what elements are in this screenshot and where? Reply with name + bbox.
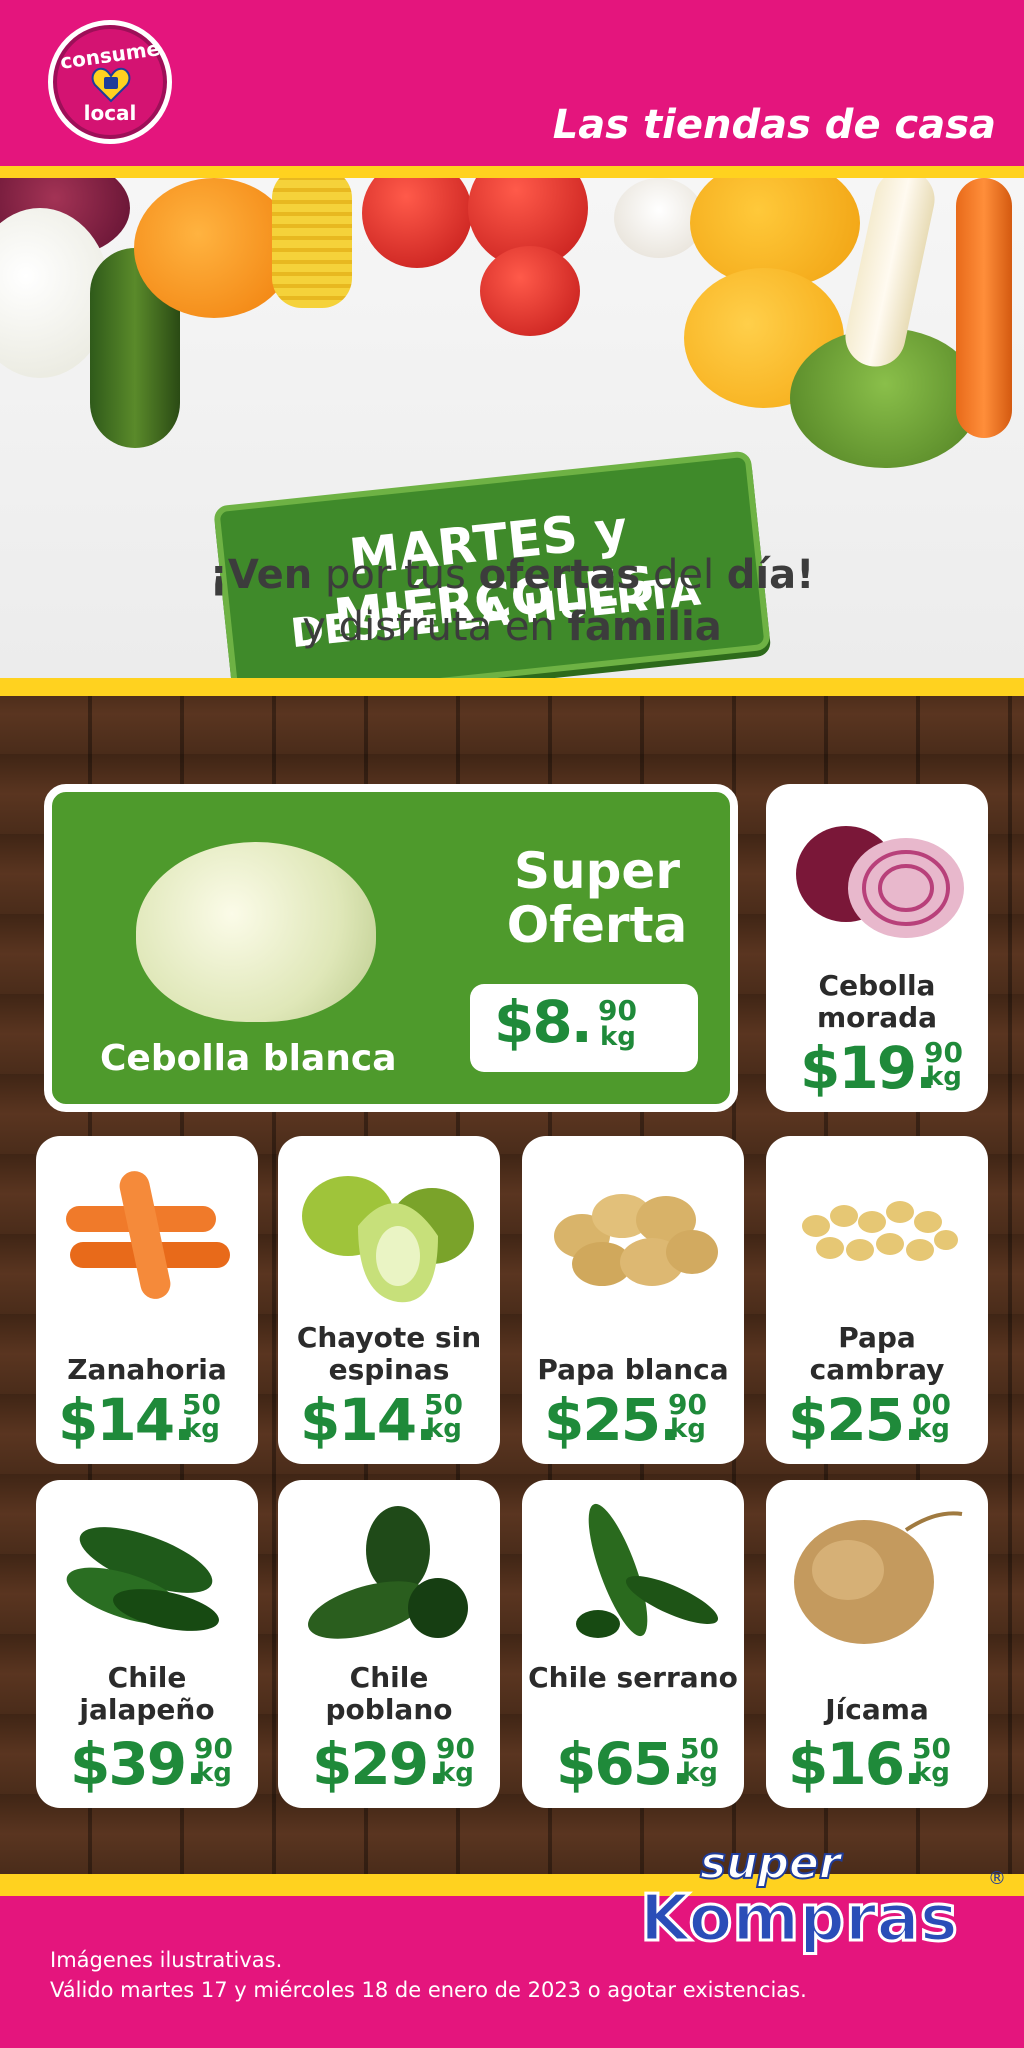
price-unit: kg [682,1758,718,1788]
product-card: Papa cambray $25. 00 kg [766,1136,988,1464]
price-unit: kg [438,1758,474,1788]
carrot-image [66,1171,230,1299]
product-price: $14. 50 kg [58,1386,221,1454]
feature-product-name: Cebolla blanca [100,1038,397,1079]
price-integer: $29. [312,1730,449,1798]
corn-image [272,178,352,308]
price-integer: $8. [494,988,593,1056]
product-price: $39. 90 kg [70,1730,233,1798]
feature-price-box: $8. 90 kg [470,984,698,1072]
feature-price: $8. 90 kg [494,988,637,1056]
product-price: $25. 00 kg [788,1386,951,1454]
product-price: $29. 90 kg [312,1730,475,1798]
price-integer: $14. [58,1386,195,1454]
product-name: Zanahoria [67,1353,227,1386]
product-price: $65. 50 kg [556,1730,719,1798]
brand-name-text: Kompras [639,1881,960,1958]
product-name: Chile poblano [325,1661,453,1726]
orange-pepper-image [134,178,294,318]
product-price: $14. 50 kg [300,1386,463,1454]
red-onion-image [796,826,964,938]
sub-text-2b: familia [567,604,722,650]
product-card: Jícama $16. 50 kg [766,1480,988,1808]
potato-image [554,1194,718,1286]
consume-local-logo: consume local [48,20,172,144]
sub-text-1b: Ven [227,552,313,598]
price-unit: kg [914,1758,950,1788]
price-unit: kg [184,1414,220,1444]
sub-text-1c: por tus [312,552,479,598]
product-name: Papa blanca [537,1353,729,1386]
product-card: Chile jalapeño $39. 90 kg [36,1480,258,1808]
price-unit: kg [600,1022,636,1052]
super-kompras-logo: super Kompras ® [639,1837,1006,1958]
tomato-image [480,246,580,336]
product-card: Chile serrano $65. 50 kg [522,1480,744,1808]
price-unit: kg [426,1414,462,1444]
price-unit: kg [914,1414,950,1444]
product-name: Jícama [825,1693,929,1726]
sub-text-1a: ¡ [209,552,228,598]
legal-text-line2: Válido martes 17 y miércoles 18 de enero… [50,1978,807,2002]
product-card: Papa blanca $25. 90 kg [522,1136,744,1464]
logo-text-bottom: local [83,101,137,125]
sub-text-1d: ofertas [478,552,641,598]
price-unit: kg [926,1062,962,1092]
price-integer: $16. [788,1730,925,1798]
header-stripe [0,166,1024,178]
sub-text-1f: día! [726,552,815,598]
price-integer: $39. [70,1730,207,1798]
product-name: Chile serrano [528,1661,738,1694]
product-name: Chayote sin espinas [296,1321,482,1386]
tomato-image [362,178,472,268]
white-onion-image [136,842,376,1022]
header-bar: consume local Las tiendas de casa [0,0,1024,166]
feature-card: Cebolla blanca Super Oferta $8. 90 kg [44,784,738,1112]
chayote-image [302,1176,474,1303]
price-integer: $25. [788,1386,925,1454]
baby-potato-image [802,1201,958,1261]
mid-stripe [0,678,1024,696]
price-integer: $14. [300,1386,437,1454]
price-integer: $19. [800,1034,937,1102]
carrot-image [956,178,1012,438]
registered-mark: ® [988,1868,1006,1889]
hero-section: MARTES y MIÉRCOLES DESDE LA HUERTA [0,178,1024,678]
product-name: Chile jalapeño [79,1661,215,1726]
poblano-image [308,1506,468,1639]
product-name: Cebolla morada [816,969,938,1034]
price-unit: kg [196,1758,232,1788]
hero-subtitle-line1: ¡Ven por tus ofertas del día! [0,552,1024,598]
product-card: Chayote sin espinas $14. 50 kg [278,1136,500,1464]
heart-icon [91,67,131,103]
product-name: Papa cambray [809,1321,945,1386]
price-integer: $65. [556,1730,693,1798]
price-unit: kg [670,1414,706,1444]
product-card: Chile poblano $29. 90 kg [278,1480,500,1808]
price-integer: $25. [544,1386,681,1454]
sub-text-2a: y disfruta en [302,604,568,650]
sub-text-1e: del [640,552,727,598]
product-price: $16. 50 kg [788,1730,951,1798]
hero-subtitle-line2: y disfruta en familia [0,604,1024,650]
product-price: $25. 90 kg [544,1386,707,1454]
product-price: $19. 90 kg [800,1034,963,1102]
jicama-image [794,1511,963,1644]
jalapeno-image [66,1527,219,1631]
serrano-image [576,1503,719,1638]
product-card: Cebolla morada $19. 90 kg [766,784,988,1112]
super-oferta-label: Super Oferta [506,842,688,954]
tagline: Las tiendas de casa [552,102,996,148]
legal-text-line1: Imágenes ilustrativas. [50,1948,283,1972]
product-card: Zanahoria $14. 50 kg [36,1136,258,1464]
